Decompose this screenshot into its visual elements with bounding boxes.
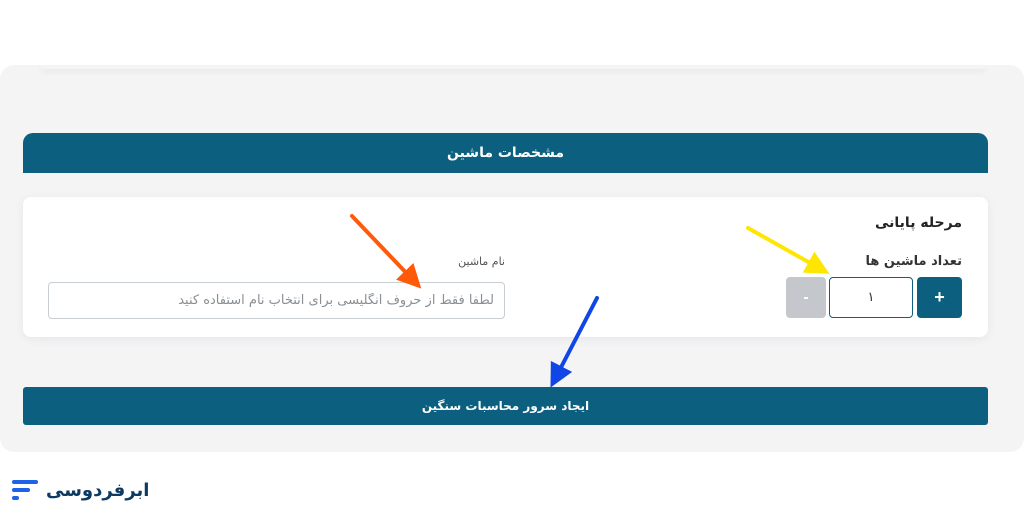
machine-name-input[interactable]	[48, 282, 505, 319]
decrement-button[interactable]: -	[786, 277, 826, 318]
increment-button[interactable]: +	[917, 277, 962, 318]
brand-name: ابرفردوسی	[46, 479, 150, 501]
section-title: مشخصات ماشین	[446, 145, 564, 161]
brand-logo: ابرفردوسی	[12, 474, 149, 506]
machine-count-input[interactable]	[829, 277, 913, 318]
machine-count-label: تعداد ماشین ها	[865, 254, 962, 269]
machine-name-label: نام ماشین	[458, 255, 505, 268]
create-server-button[interactable]: ایجاد سرور محاسبات سنگین	[23, 387, 988, 425]
machine-spec-card: مرحله پایانی تعداد ماشین ها + - نام ماشی…	[23, 197, 988, 337]
previous-card-edge	[40, 65, 986, 69]
section-header: مشخصات ماشین	[23, 133, 988, 173]
brand-mark-icon	[12, 480, 38, 500]
stage-title: مرحله پایانی	[875, 215, 962, 231]
